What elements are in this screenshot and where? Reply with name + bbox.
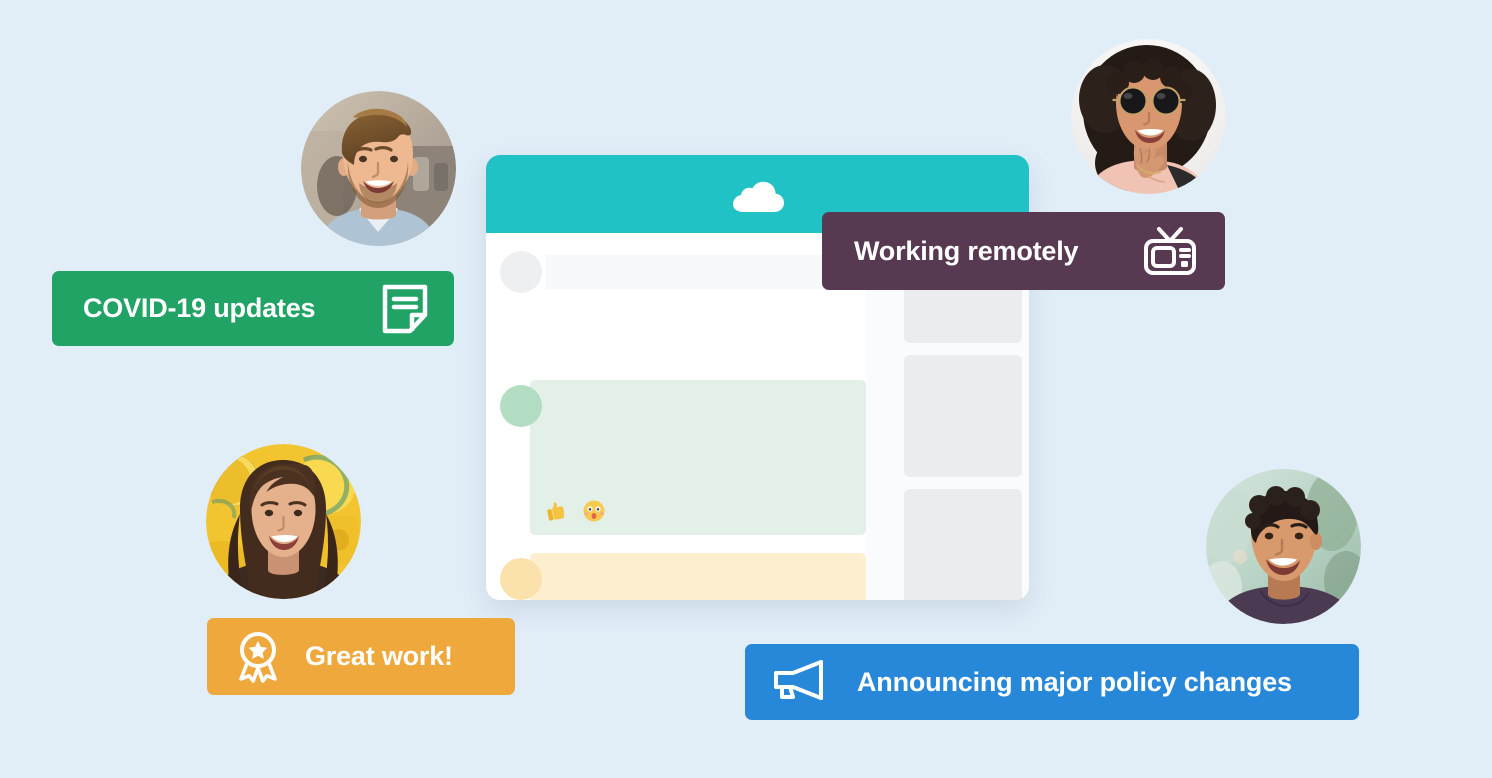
badge-announcing-major-policy-changes[interactable]: Announcing major policy changes xyxy=(745,644,1359,720)
composer-input[interactable] xyxy=(546,255,866,289)
sidebar-placeholder-card[interactable] xyxy=(904,489,1022,600)
badge-label: Great work! xyxy=(305,641,453,671)
post-card[interactable] xyxy=(530,553,866,600)
feed-column xyxy=(486,233,866,600)
avatar-photo-top-left xyxy=(301,91,456,246)
composer-row[interactable] xyxy=(500,251,866,293)
badge-label: Working remotely xyxy=(854,235,1079,266)
post-avatar xyxy=(500,385,542,427)
avatar-placeholder-icon xyxy=(500,251,542,293)
badge-label: COVID-19 updates xyxy=(83,293,316,323)
document-note-icon xyxy=(382,284,428,334)
avatar-photo-bottom-right xyxy=(1206,469,1361,624)
badge-label: Announcing major policy changes xyxy=(857,666,1292,697)
retro-tv-icon xyxy=(1143,226,1197,276)
reaction-row[interactable] xyxy=(544,499,606,523)
badge-great-work[interactable]: Great work! xyxy=(207,618,515,695)
avatar-photo-bottom-left xyxy=(206,444,361,599)
post-avatar xyxy=(500,558,542,600)
award-ribbon-icon xyxy=(233,631,283,683)
megaphone-icon xyxy=(773,658,831,706)
astonished-face-emoji[interactable] xyxy=(582,499,606,523)
thumbs-up-emoji[interactable] xyxy=(544,499,568,523)
sidebar-placeholder-card[interactable] xyxy=(904,355,1022,477)
avatar-photo-top-right xyxy=(1071,39,1226,194)
badge-working-remotely[interactable]: Working remotely xyxy=(822,212,1225,290)
illustration-canvas: COVID-19 updates Working remotely Great … xyxy=(0,0,1492,778)
cloud-icon xyxy=(729,171,787,218)
post-card[interactable] xyxy=(530,380,866,535)
badge-covid-19-updates[interactable]: COVID-19 updates xyxy=(52,271,454,346)
